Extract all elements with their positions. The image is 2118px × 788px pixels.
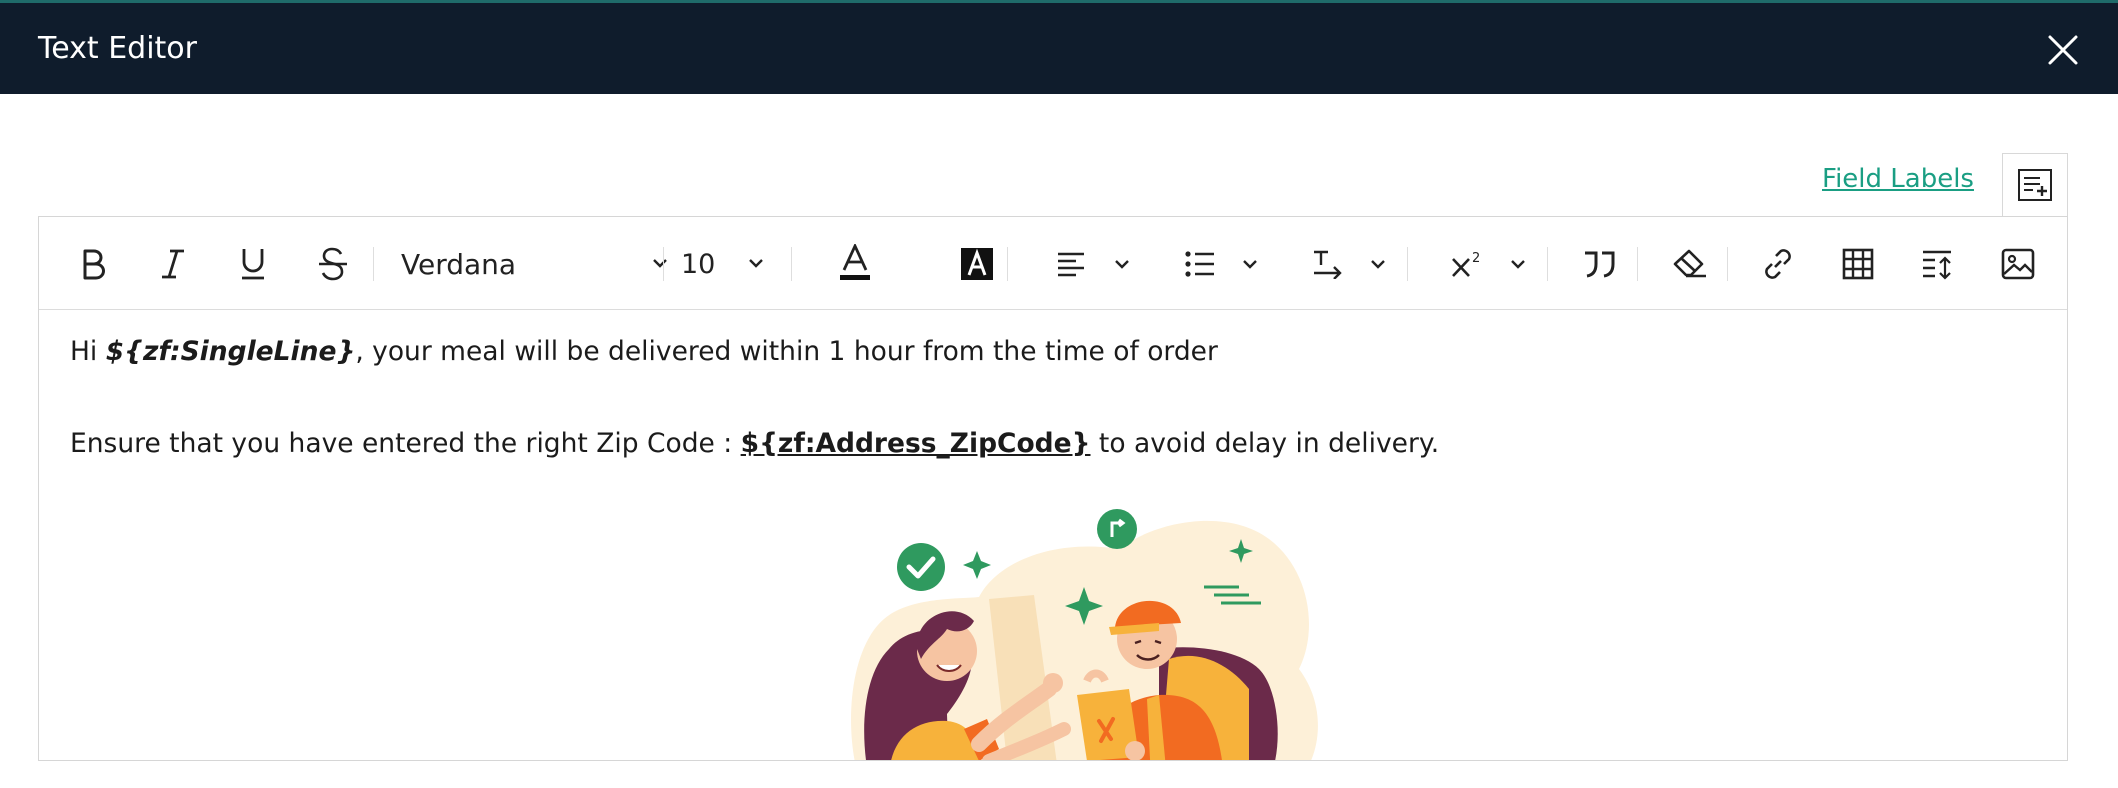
message-line-2: Ensure that you have entered the right Z… [70, 424, 2047, 464]
title-bar: Text Editor [0, 0, 2118, 94]
chevron-down-icon [749, 259, 763, 268]
clear-format-button[interactable] [1663, 239, 1717, 289]
superscript-icon: 2 [1452, 251, 1480, 277]
highlight-color-button[interactable] [951, 239, 1003, 289]
editor-toolbar: Verdana 10 2 [39, 217, 2067, 310]
superscript-button[interactable]: 2 [1445, 239, 1489, 289]
insert-field-button[interactable] [2002, 153, 2068, 217]
toolbar-separator [1727, 247, 1728, 281]
eraser-icon [1673, 249, 1706, 278]
line-1-prefix: Hi [70, 336, 106, 367]
editor-content[interactable]: Hi ${zf:SingleLine}, your meal will be d… [70, 332, 2047, 464]
highlight-color-icon [961, 248, 993, 280]
font-family-value: Verdana [401, 247, 517, 281]
chevron-down-icon [1115, 260, 1129, 269]
window-title: Text Editor [38, 31, 197, 66]
toolbar-separator [1407, 247, 1408, 281]
bold-button[interactable] [67, 239, 119, 289]
underline-button[interactable] [227, 239, 279, 289]
table-button[interactable] [1831, 239, 1885, 289]
toolbar-separator [1547, 247, 1548, 281]
toolbar-separator [663, 247, 664, 281]
italic-icon [162, 249, 184, 279]
toolbar-separator [1007, 247, 1008, 281]
superscript-dropdown[interactable] [1503, 239, 1533, 289]
image-button[interactable] [1991, 239, 2045, 289]
font-size-select[interactable]: 10 [681, 239, 813, 289]
close-icon[interactable] [2044, 31, 2082, 69]
underline-icon [242, 249, 264, 280]
toolbar-separator [791, 247, 792, 281]
align-button[interactable] [1049, 239, 1093, 289]
list-dropdown[interactable] [1235, 239, 1265, 289]
blockquote-button[interactable] [1573, 239, 1627, 289]
align-left-icon [1058, 252, 1084, 277]
text-direction-dropdown[interactable] [1363, 239, 1393, 289]
toolbar-separator [1637, 247, 1638, 281]
image-icon [2001, 248, 2035, 280]
font-family-select[interactable]: Verdana [401, 239, 671, 289]
quote-icon [1585, 251, 1615, 278]
message-line-1: Hi ${zf:SingleLine}, your meal will be d… [70, 332, 2047, 372]
field-labels-link[interactable]: Field Labels [1822, 164, 1974, 194]
chevron-down-icon [653, 259, 667, 268]
chevron-down-icon [1371, 260, 1385, 269]
text-direction-button[interactable] [1305, 239, 1351, 289]
bold-icon [83, 249, 105, 280]
italic-button[interactable] [147, 239, 199, 289]
link-button[interactable] [1751, 239, 1805, 289]
singleline-merge-field: ${zf:SingleLine} [105, 336, 356, 367]
line-2-suffix: to avoid delay in delivery. [1090, 428, 1440, 459]
line-2-prefix: Ensure that you have entered the right Z… [70, 428, 741, 459]
line-1-suffix: , your meal will be delivered within 1 h… [355, 336, 1218, 367]
text-color-button[interactable] [829, 239, 881, 289]
food-delivery-illustration [851, 509, 1318, 760]
text-color-icon [840, 244, 870, 280]
bullet-list-icon [1185, 251, 1214, 277]
insert-field-icon [2018, 169, 2052, 201]
link-icon [1765, 249, 1791, 279]
svg-text:2: 2 [1472, 251, 1480, 266]
text-editor: Verdana 10 2 Hi ${zf:SingleLine}, your m… [38, 216, 2068, 761]
align-dropdown[interactable] [1107, 239, 1137, 289]
chevron-down-icon [1511, 260, 1525, 269]
chevron-down-icon [1243, 260, 1257, 269]
strikethrough-button[interactable] [307, 239, 359, 289]
toolbar-separator [373, 247, 374, 281]
list-button[interactable] [1177, 239, 1223, 289]
zipcode-merge-field: ${zf:Address_ZipCode} [740, 428, 1091, 459]
font-size-value: 10 [681, 248, 716, 280]
strikethrough-icon [319, 247, 347, 281]
table-icon [1842, 248, 1874, 280]
text-direction-icon [1314, 250, 1342, 279]
line-spacing-button[interactable] [1911, 239, 1965, 289]
line-spacing-icon [1923, 250, 1951, 280]
